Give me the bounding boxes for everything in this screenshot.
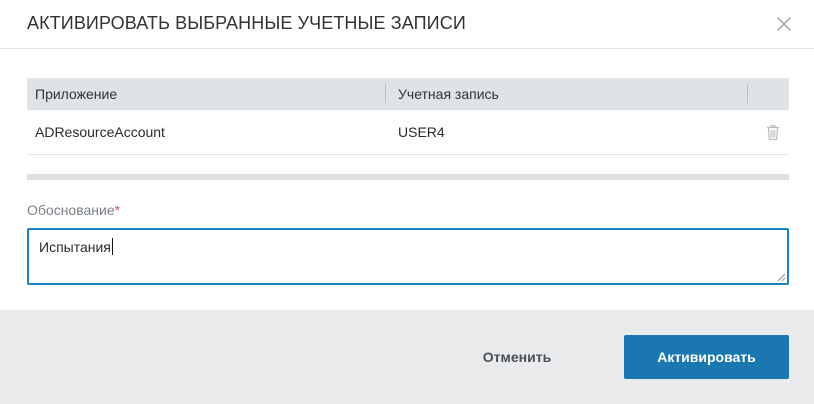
justification-textarea[interactable]: Испытания (27, 228, 789, 285)
delete-row-button[interactable] (765, 124, 781, 141)
text-caret (111, 238, 113, 255)
close-icon (777, 17, 791, 31)
activate-accounts-dialog: АКТИВИРОВАТЬ ВЫБРАННЫЕ УЧЕТНЫЕ ЗАПИСИ Пр… (0, 0, 814, 404)
activate-button[interactable]: Активировать (624, 335, 789, 379)
justification-text: Испытания (39, 239, 111, 255)
column-resize-handle[interactable] (747, 84, 748, 103)
trash-icon (767, 125, 779, 141)
justification-value: Испытания (39, 238, 113, 255)
cell-account: USER4 (398, 124, 445, 140)
dialog-title: АКТИВИРОВАТЬ ВЫБРАННЫЕ УЧЕТНЫЕ ЗАПИСИ (27, 13, 466, 33)
justification-label: Обоснование* (27, 202, 120, 218)
dialog-header: АКТИВИРОВАТЬ ВЫБРАННЫЕ УЧЕТНЫЕ ЗАПИСИ (0, 0, 814, 49)
dialog-footer: Отменить Активировать (0, 310, 814, 404)
justification-label-text: Обоснование (27, 202, 115, 218)
close-button[interactable] (772, 12, 796, 36)
cancel-button[interactable]: Отменить (458, 335, 576, 379)
resize-grip-icon[interactable] (776, 272, 786, 282)
table-header: Приложение Учетная запись (27, 78, 789, 110)
horizontal-scrollbar[interactable] (27, 174, 789, 180)
table-row[interactable]: ADResourceAccount USER4 (27, 110, 789, 155)
cell-application: ADResourceAccount (35, 124, 165, 140)
column-header-account[interactable]: Учетная запись (398, 78, 499, 110)
column-resize-handle[interactable] (385, 84, 386, 103)
required-marker: * (114, 202, 121, 218)
accounts-table: Приложение Учетная запись ADResourceAcco… (27, 78, 789, 155)
column-header-application[interactable]: Приложение (35, 78, 117, 110)
